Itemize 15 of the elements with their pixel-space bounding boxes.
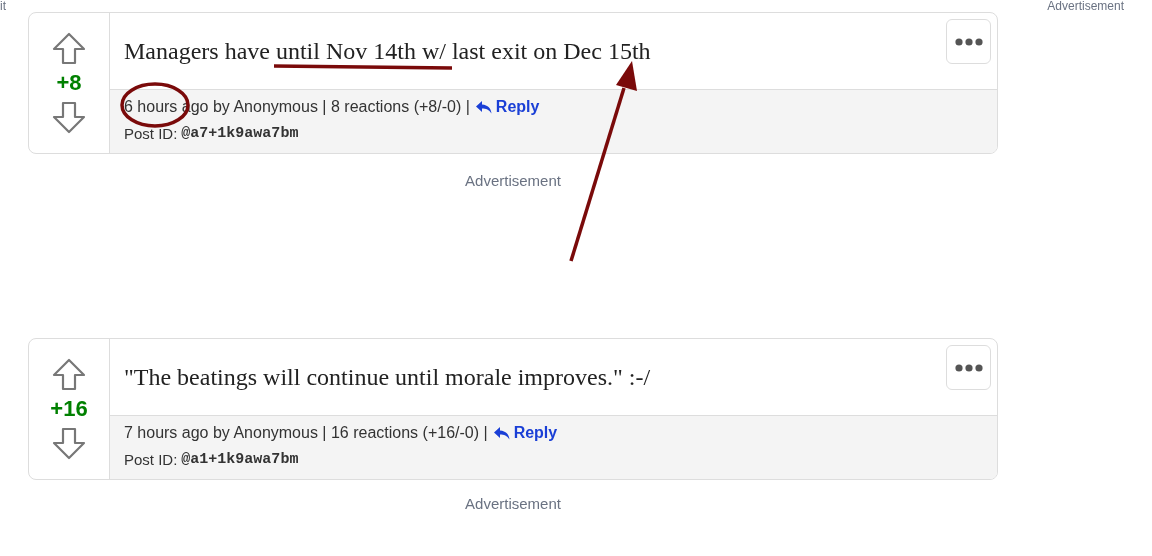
post-id-label: Post ID:: [124, 450, 178, 470]
reply-link[interactable]: Reply: [475, 95, 540, 119]
advertisement-label: Advertisement: [465, 494, 561, 514]
advertisement-label: Advertisement: [465, 171, 561, 191]
advertisement-label: it: [0, 0, 6, 12]
post-title: Managers have until Nov 14th w/ last exit on Dec 15th: [124, 39, 651, 63]
advertisement-label: Advertisement: [1047, 0, 1125, 12]
post-id: @a1+1k9awa7bm: [181, 450, 299, 470]
post-id-label: Post ID:: [124, 124, 178, 144]
vote-score: +8: [56, 69, 82, 97]
reply-link[interactable]: Reply: [493, 421, 558, 445]
post-id: @a7+1k9awa7bm: [181, 124, 299, 144]
post-title: "The beatings will continue until morale improves." :-/: [124, 365, 651, 389]
post-meta: 7 hours ago by Anonymous | 16 reactions (+16/-0) |: [124, 423, 488, 443]
vote-score: +16: [50, 395, 88, 423]
